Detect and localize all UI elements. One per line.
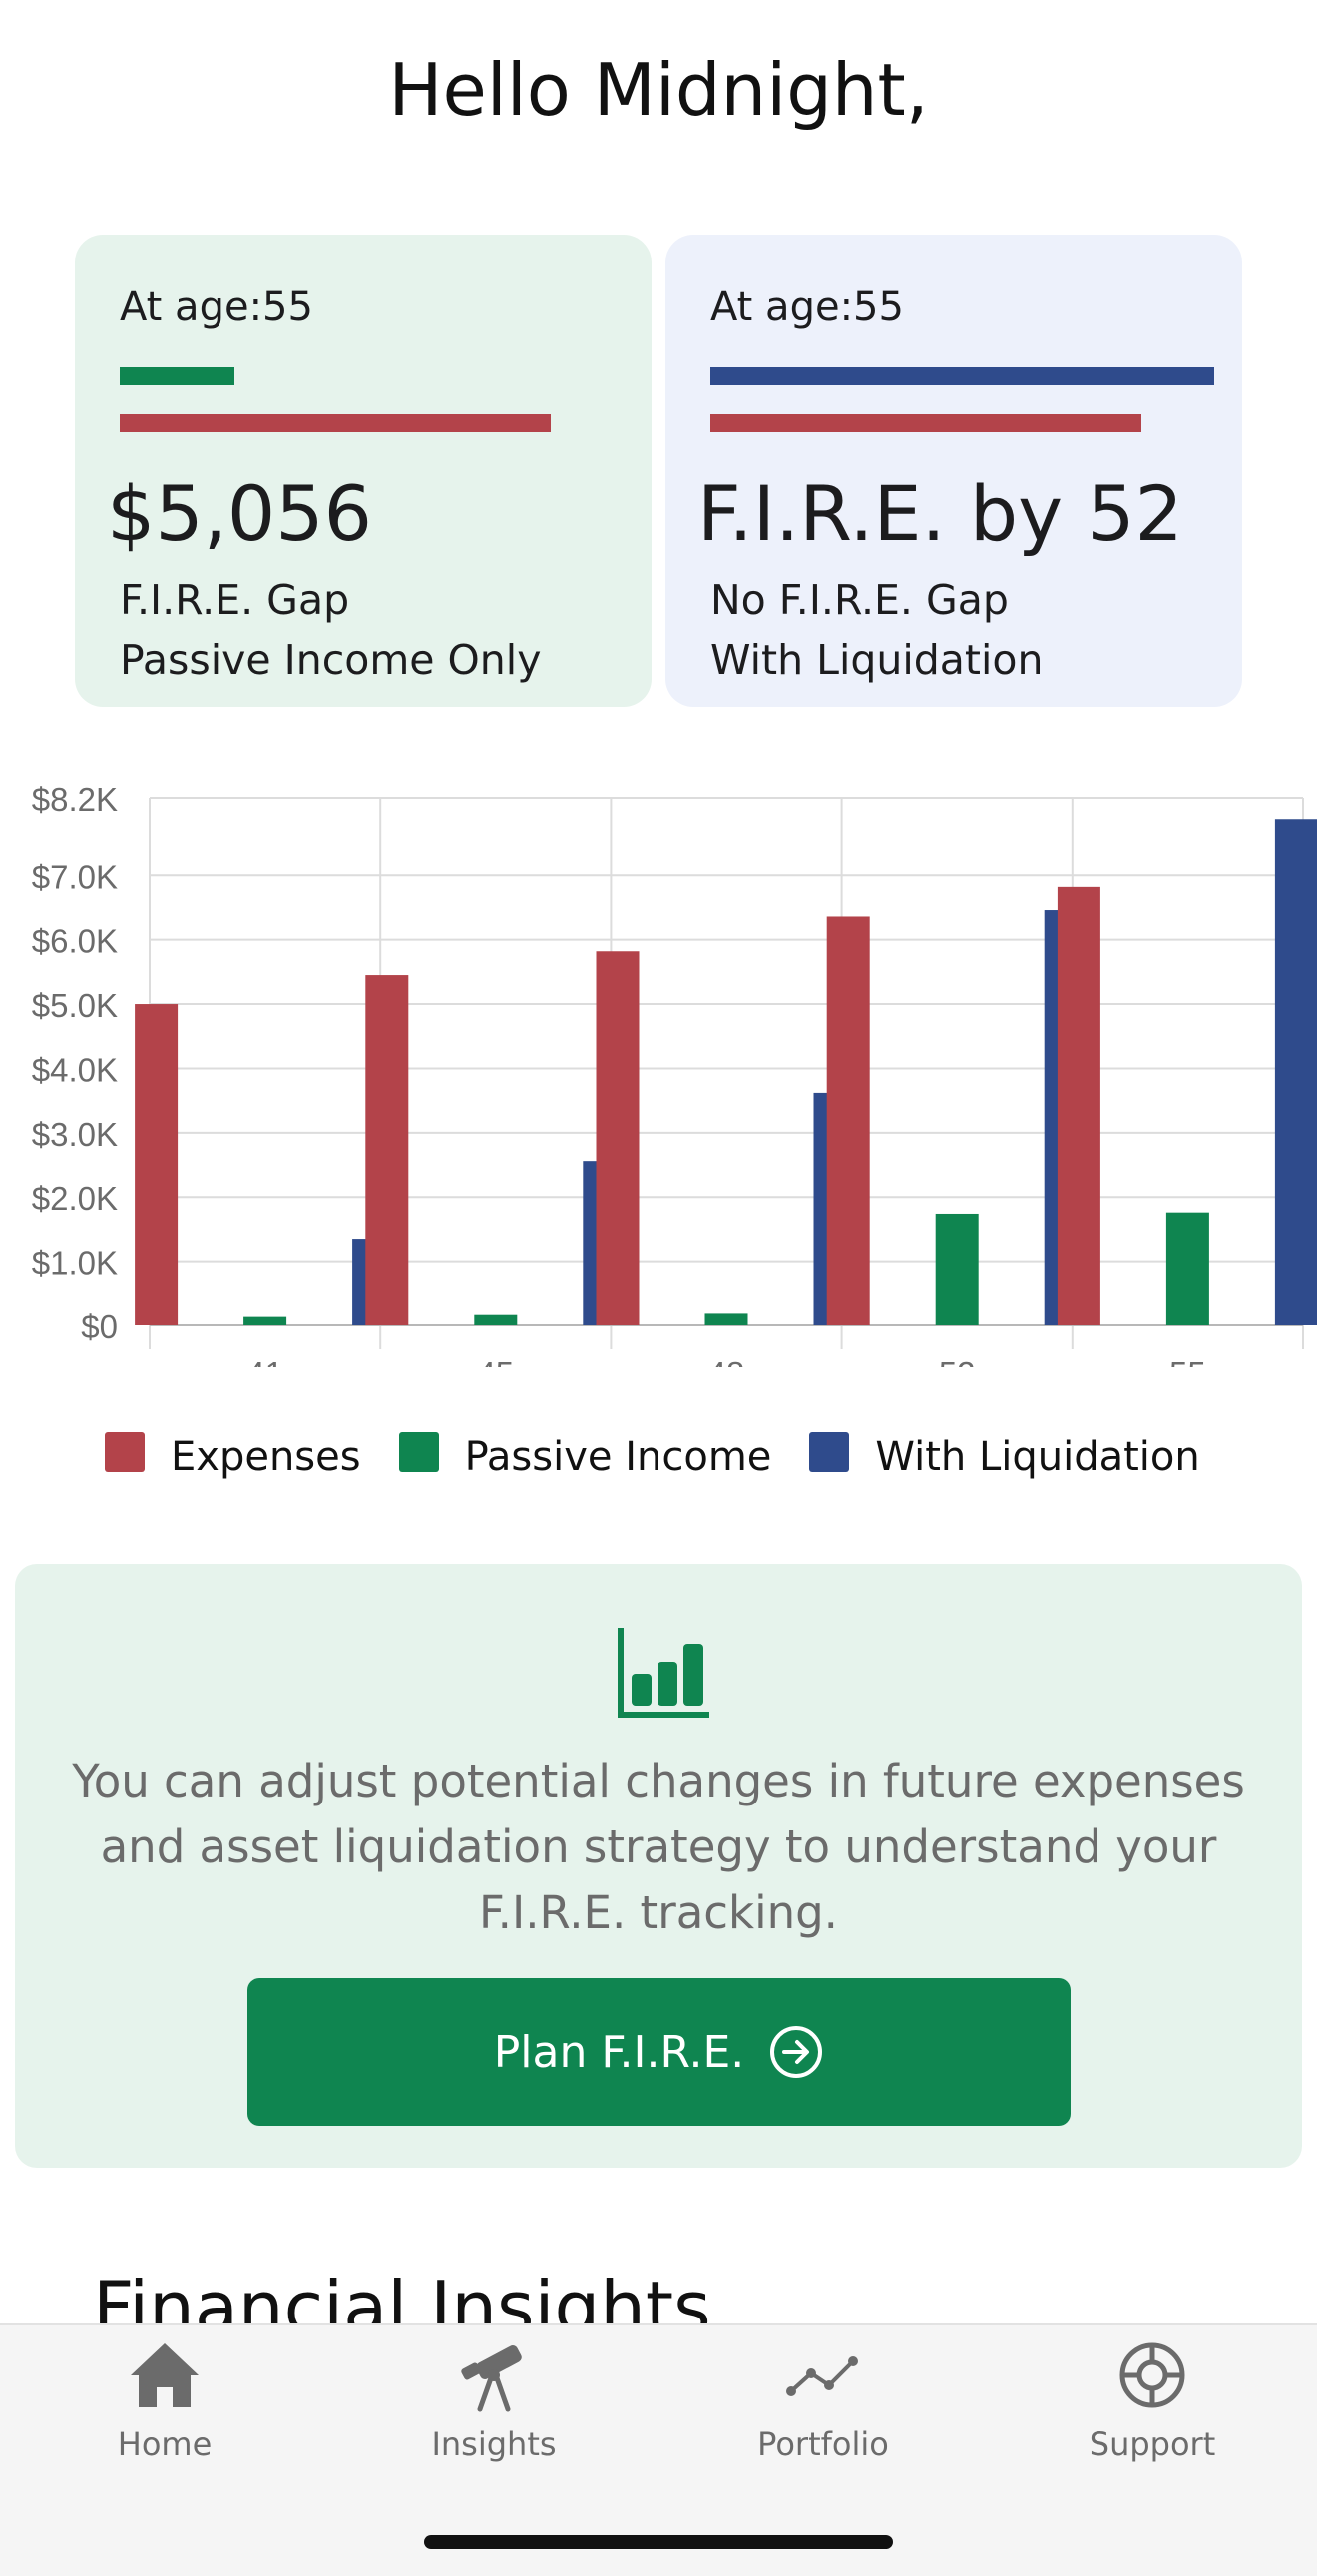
y-tick-label: $6.0K <box>32 923 118 960</box>
liquidation-bar <box>710 367 1214 385</box>
card-caption: With Liquidation <box>710 636 1044 684</box>
bar-passive-income <box>935 1213 979 1325</box>
y-tick-label: $3.0K <box>32 1116 118 1153</box>
bar-passive-income <box>243 1316 287 1325</box>
tab-label: Support <box>1089 2425 1216 2463</box>
lifebuoy-icon <box>1119 2342 1185 2408</box>
y-tick-label: $8.2K <box>32 781 118 818</box>
bar-passive-income <box>704 1313 748 1325</box>
tab-portfolio[interactable]: Portfolio <box>723 2335 923 2463</box>
bar-with-liquidation <box>1274 819 1317 1325</box>
fire-age-value: F.I.R.E. by 52 <box>697 469 1183 558</box>
bar-passive-income <box>1165 1212 1209 1325</box>
tab-label: Insights <box>431 2425 557 2463</box>
bar-expenses <box>826 916 870 1325</box>
card-subtitle: No F.I.R.E. Gap <box>710 576 1009 624</box>
bar-expenses <box>1057 886 1100 1325</box>
passive-income-bar <box>120 367 234 385</box>
telescope-icon <box>461 2345 522 2412</box>
legend-label: Passive Income <box>464 1434 772 1480</box>
plan-fire-button-label: Plan F.I.R.E. <box>493 2026 745 2078</box>
bar-expenses <box>596 951 640 1325</box>
line-chart-icon <box>786 2356 858 2396</box>
tab-home[interactable]: Home <box>65 2335 264 2463</box>
legend-label: Expenses <box>171 1434 361 1480</box>
fire-gap-value: $5,056 <box>107 469 372 558</box>
y-tick-label: $4.0K <box>32 1051 118 1088</box>
legend-item-passive-income[interactable]: Passive Income <box>398 1432 772 1480</box>
tab-label: Portfolio <box>757 2425 889 2463</box>
x-tick-label: 48 <box>708 1355 745 1367</box>
plan-fire-button[interactable]: Plan F.I.R.E. <box>247 1978 1071 2126</box>
x-tick-label: 41 <box>246 1355 283 1367</box>
chart-legend: Expenses Passive Income With Liquidation <box>105 1427 1238 1487</box>
arrow-right-circle-icon <box>770 2026 823 2078</box>
x-tick-label: 55 <box>1169 1355 1206 1367</box>
y-tick-label: $1.0K <box>32 1245 118 1282</box>
y-tick-label: $2.0K <box>32 1180 118 1217</box>
expenses-bar <box>120 414 551 432</box>
legend-label: With Liquidation <box>875 1434 1200 1480</box>
legend-swatch-expenses <box>105 1432 145 1472</box>
fire-bar-chart[interactable]: $0 $1.0K $2.0K $3.0K $4.0K $5.0K $6.0K $7.0K $8.… <box>0 769 1317 1367</box>
fire-by-age-card[interactable]: At age:55 F.I.R.E. by 52 No F.I.R.E. Gap… <box>665 235 1242 707</box>
tab-insights[interactable]: Insights <box>394 2335 594 2463</box>
home-icon <box>131 2343 199 2407</box>
tab-support[interactable]: Support <box>1053 2335 1252 2463</box>
plan-fire-panel: You can adjust potential changes in futu… <box>15 1564 1302 2168</box>
card-subtitle: F.I.R.E. Gap <box>120 576 350 624</box>
x-tick-label: 45 <box>477 1355 514 1367</box>
legend-item-with-liquidation[interactable]: With Liquidation <box>809 1432 1200 1480</box>
tab-label: Home <box>117 2425 213 2463</box>
legend-item-expenses[interactable]: Expenses <box>105 1432 361 1480</box>
bar-chart-icon <box>618 1628 709 1718</box>
card-age-label: At age:55 <box>710 284 904 330</box>
card-caption: Passive Income Only <box>120 636 542 684</box>
x-tick-label: 52 <box>939 1355 976 1367</box>
bar-expenses <box>365 975 409 1325</box>
y-tick-label: $0 <box>81 1308 118 1345</box>
fire-gap-card[interactable]: At age:55 $5,056 F.I.R.E. Gap Passive In… <box>75 235 652 707</box>
y-tick-label: $7.0K <box>32 858 118 895</box>
plan-description: You can adjust potential changes in futu… <box>72 1755 1245 1939</box>
expenses-bar <box>710 414 1141 432</box>
y-tick-label: $5.0K <box>32 987 118 1024</box>
card-age-label: At age:55 <box>120 284 313 330</box>
greeting-title: Hello Midnight, <box>388 48 929 132</box>
legend-swatch-passive-income <box>398 1432 439 1472</box>
legend-swatch-with-liquidation <box>809 1432 850 1472</box>
home-indicator <box>424 2535 893 2549</box>
bar-passive-income <box>474 1314 518 1325</box>
bar-expenses <box>135 1004 179 1325</box>
